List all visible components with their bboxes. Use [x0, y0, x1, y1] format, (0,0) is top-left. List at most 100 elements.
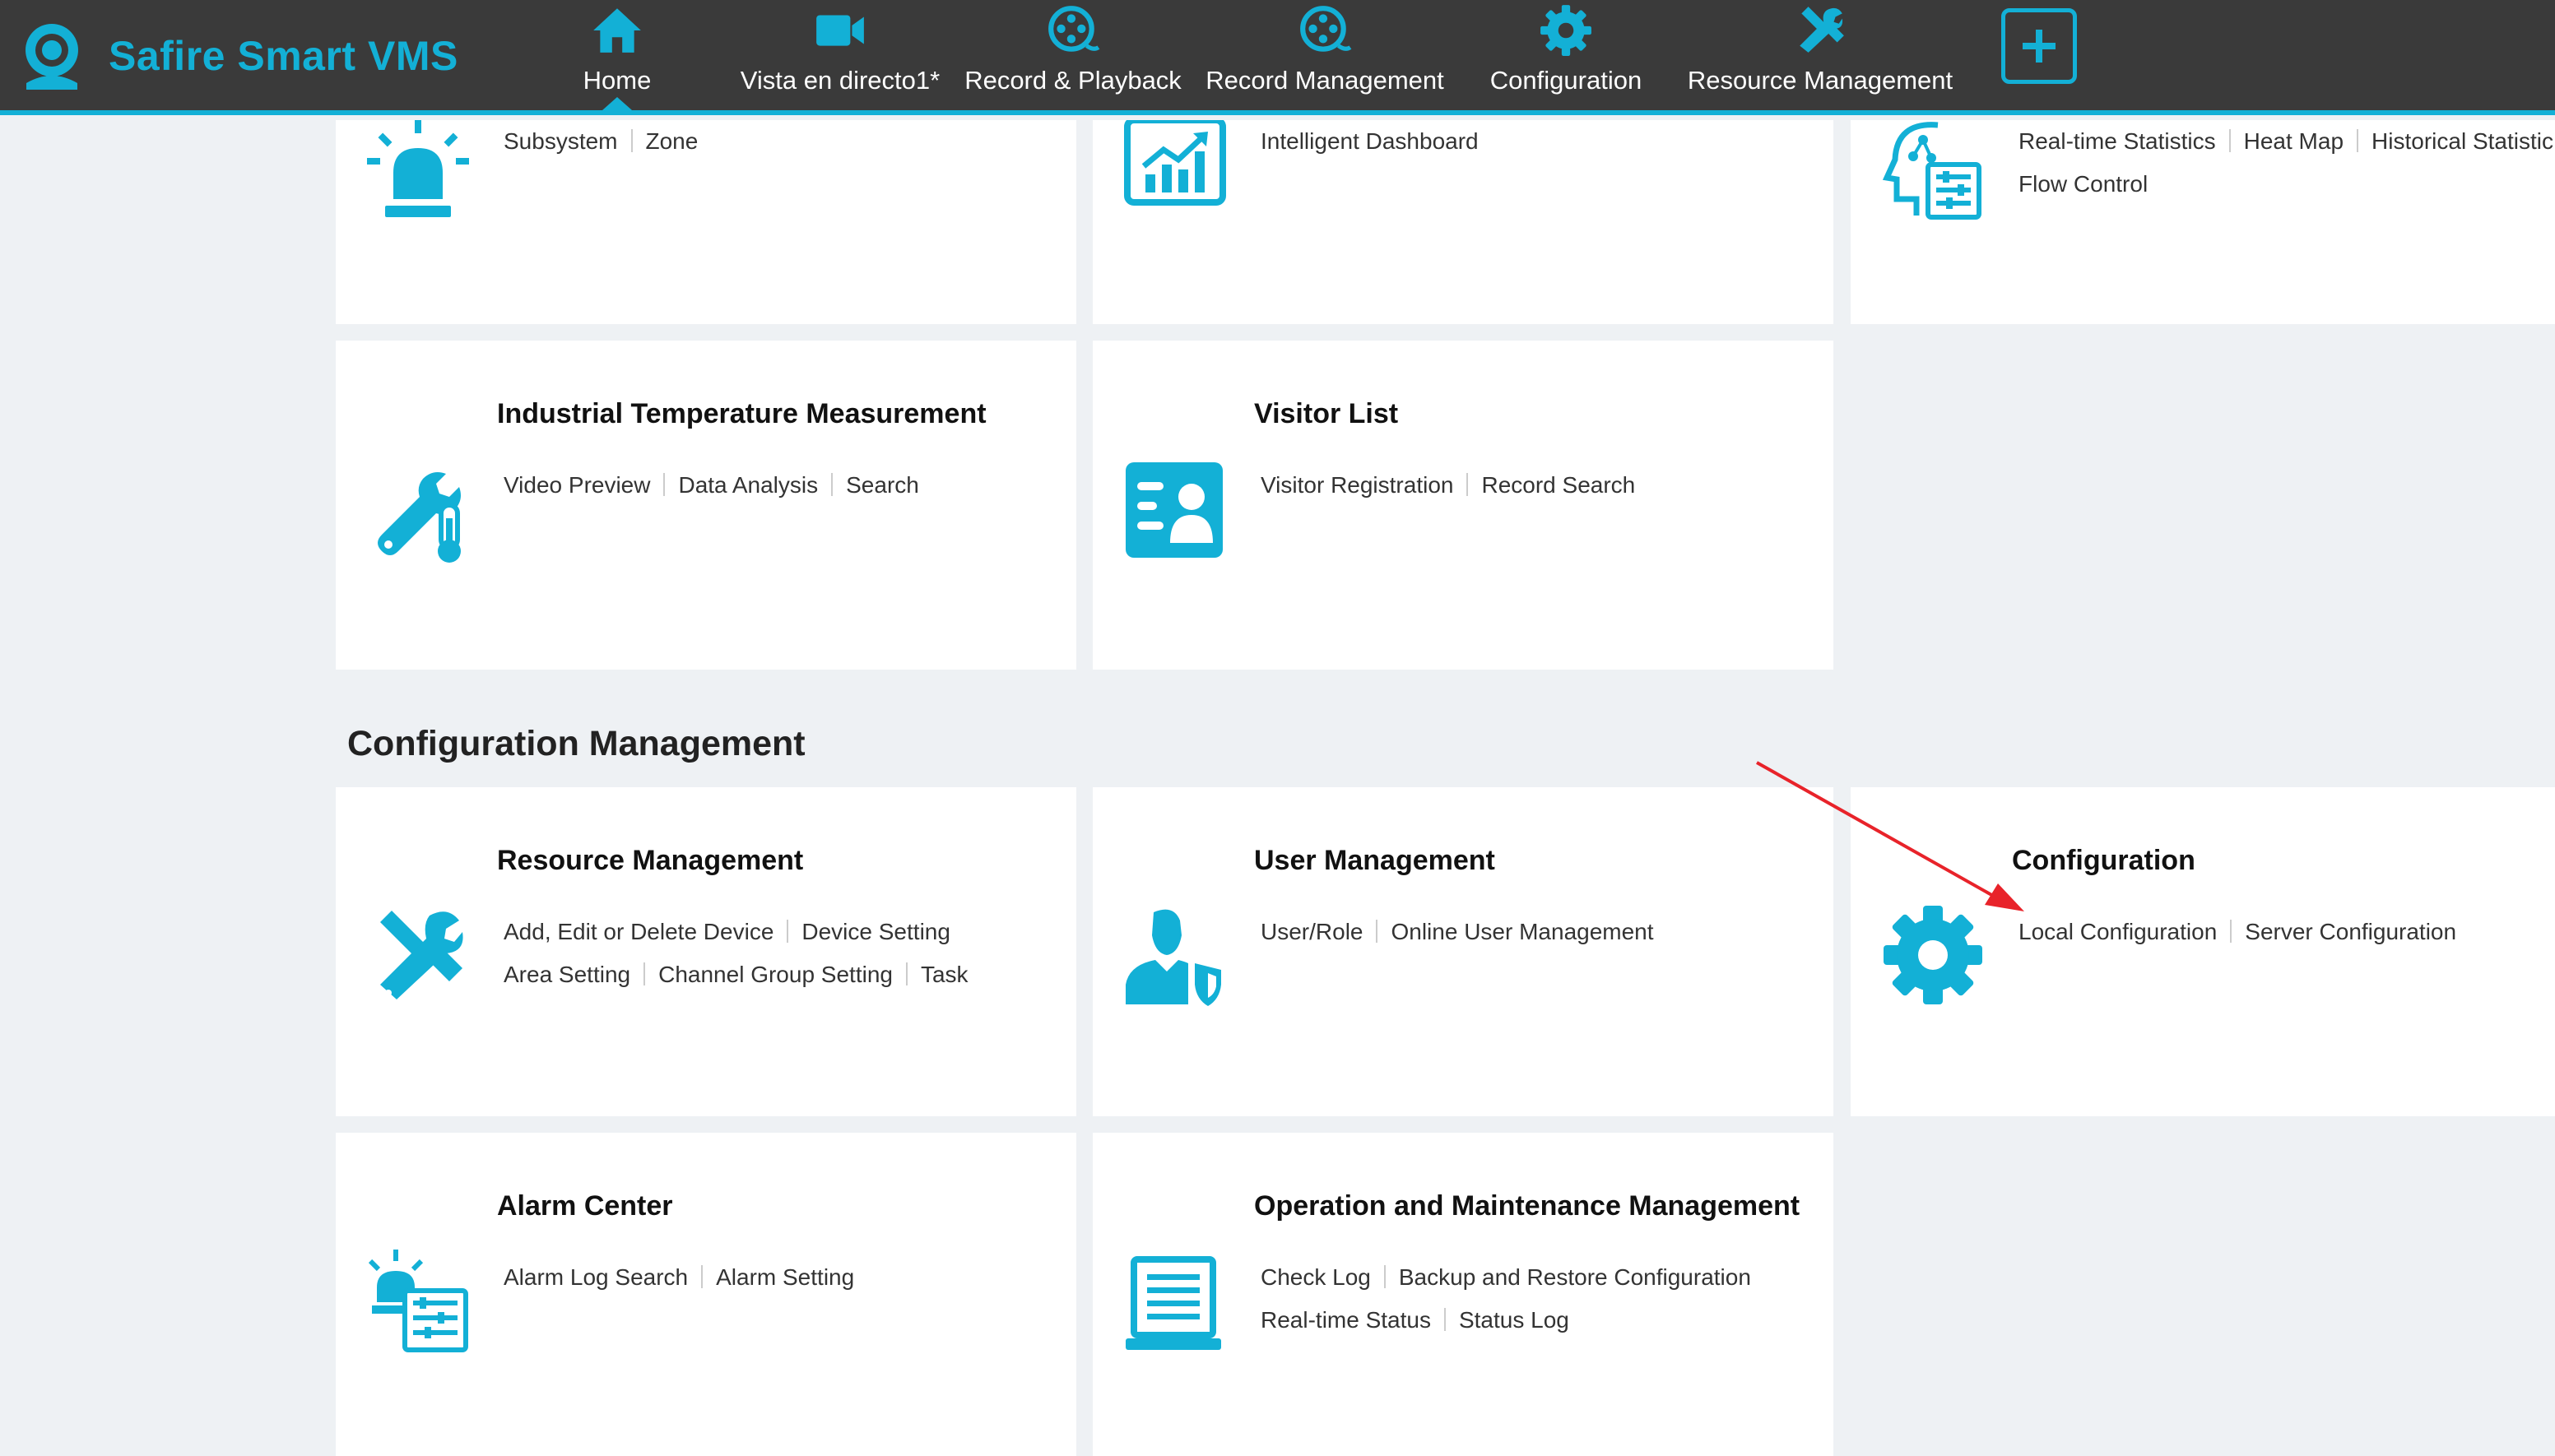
link-check-log[interactable]: Check Log: [1261, 1256, 1371, 1299]
separator: [1466, 473, 1469, 496]
head-analytics-icon: [1880, 120, 1986, 225]
separator: [2230, 920, 2232, 943]
card-links: Add, Edit or Delete Device Device Setting…: [504, 911, 969, 996]
active-tab-indicator: [602, 97, 632, 110]
card-user-management: User Management User/Role Online User Man…: [1093, 787, 1833, 1116]
card-links: Local Configuration Server Configuration: [2018, 911, 2456, 953]
brand: Safire Smart VMS: [15, 8, 458, 103]
link-alarm-setting[interactable]: Alarm Setting: [716, 1256, 854, 1299]
card-intelligent-dashboard: Intelligent Dashboard: [1093, 117, 1833, 324]
card-title[interactable]: Operation and Maintenance Management: [1254, 1190, 1800, 1222]
link-alarm-log-search[interactable]: Alarm Log Search: [504, 1256, 688, 1299]
link-subsystem[interactable]: Subsystem: [504, 120, 618, 163]
link-device-setting[interactable]: Device Setting: [801, 911, 950, 953]
link-search[interactable]: Search: [846, 464, 919, 507]
top-navigation-bar: Safire Smart VMS Home Vista en directo1*…: [0, 0, 2555, 115]
nav-tab-configuration[interactable]: Configuration: [1481, 0, 1651, 110]
card-links: Video Preview Data Analysis Search: [504, 464, 919, 507]
card-title[interactable]: Configuration: [2012, 845, 2195, 877]
link-user-role[interactable]: User/Role: [1261, 911, 1363, 953]
card-alarm-subsystem: Subsystem Zone: [336, 120, 1076, 324]
separator: [831, 473, 834, 496]
tools-icon: [365, 902, 471, 1008]
link-area-setting[interactable]: Area Setting: [504, 953, 630, 996]
nav-label: Record Management: [1205, 66, 1444, 95]
link-visitor-registration[interactable]: Visitor Registration: [1261, 464, 1453, 507]
visitor-card-icon: [1122, 457, 1228, 563]
card-industrial-temperature: Industrial Temperature Measurement Video…: [336, 341, 1076, 670]
separator: [643, 962, 646, 985]
card-links: Alarm Log Search Alarm Setting: [504, 1256, 854, 1299]
separator: [2357, 129, 2359, 152]
plus-icon: [2023, 30, 2056, 63]
link-real-time-status[interactable]: Real-time Status: [1261, 1299, 1431, 1342]
link-backup-restore-configuration[interactable]: Backup and Restore Configuration: [1399, 1256, 1751, 1299]
card-title[interactable]: Alarm Center: [497, 1190, 673, 1222]
separator: [1376, 920, 1378, 943]
card-links: User/Role Online User Management: [1261, 911, 1654, 953]
card-configuration: Configuration Local Configuration Server …: [1851, 787, 2555, 1116]
separator: [787, 920, 789, 943]
link-record-search[interactable]: Record Search: [1481, 464, 1635, 507]
card-alarm-center: Alarm Center Alarm Log Search Alarm Setti…: [336, 1133, 1076, 1456]
card-title[interactable]: Industrial Temperature Measurement: [497, 398, 987, 430]
card-title[interactable]: Resource Management: [497, 845, 803, 877]
link-server-configuration[interactable]: Server Configuration: [2245, 911, 2456, 953]
nav-tab-live-view[interactable]: Vista en directo1*: [732, 0, 948, 110]
home-icon: [593, 8, 641, 53]
link-zone[interactable]: Zone: [646, 120, 699, 163]
nav-tab-resource-management[interactable]: Resource Management: [1682, 0, 1958, 110]
card-links: Visitor Registration Record Search: [1261, 464, 1635, 507]
card-operation-maintenance: Operation and Maintenance Management Che…: [1093, 1133, 1833, 1456]
link-local-configuration[interactable]: Local Configuration: [2018, 911, 2217, 953]
section-title-configuration-management: Configuration Management: [347, 724, 806, 763]
user-shield-icon: [1122, 902, 1228, 1008]
card-visitor-list: Visitor List Visitor Registration Record …: [1093, 341, 1833, 670]
card-links: Intelligent Dashboard: [1261, 120, 1479, 163]
separator: [1443, 1308, 1446, 1331]
gear-icon: [1880, 902, 1986, 1008]
link-historical-statistic[interactable]: Historical Statistic: [2372, 120, 2553, 163]
nav-label: Resource Management: [1687, 66, 1953, 95]
card-title[interactable]: Visitor List: [1254, 398, 1398, 430]
nav-label: Home: [583, 66, 652, 95]
link-video-preview[interactable]: Video Preview: [504, 464, 650, 507]
film-reel-icon: [1048, 6, 1100, 52]
card-people-counting: Real-time Statistics Heat Map Historical S…: [1851, 120, 2555, 324]
link-status-log[interactable]: Status Log: [1459, 1299, 1569, 1342]
link-task[interactable]: Task: [921, 953, 969, 996]
link-data-analysis[interactable]: Data Analysis: [678, 464, 818, 507]
card-title[interactable]: User Management: [1254, 845, 1495, 877]
link-flow-control[interactable]: Flow Control: [2018, 163, 2148, 206]
nav-label: Record & Playback: [964, 66, 1182, 95]
link-real-time-statistics[interactable]: Real-time Statistics: [2018, 120, 2216, 163]
nav-label: Configuration: [1489, 66, 1642, 95]
video-camera-icon: [816, 15, 864, 46]
separator: [630, 129, 633, 152]
app-name: Safire Smart VMS: [109, 32, 458, 79]
gear-icon: [1540, 5, 1591, 56]
card-links: Subsystem Zone: [504, 120, 698, 163]
alarm-light-icon: [365, 120, 471, 225]
chart-icon: [1122, 117, 1228, 225]
separator: [1383, 1265, 1386, 1288]
link-channel-group-setting[interactable]: Channel Group Setting: [658, 953, 893, 996]
camera-logo-icon: [26, 23, 78, 90]
card-resource-management: Resource Management Add, Edit or Delete …: [336, 787, 1076, 1116]
add-tab-button[interactable]: [2001, 8, 2077, 84]
card-links: Check Log Backup and Restore Configuratio…: [1261, 1256, 1751, 1342]
film-reel-icon: [1300, 6, 1352, 52]
nav-tab-record-playback[interactable]: Record & Playback: [961, 0, 1185, 110]
wrench-thermometer-icon: [365, 464, 471, 569]
alarm-center-icon: [365, 1250, 471, 1355]
tools-icon: [1800, 7, 1844, 53]
link-online-user-management[interactable]: Online User Management: [1391, 911, 1653, 953]
link-heat-map[interactable]: Heat Map: [2244, 120, 2344, 163]
link-add-edit-delete-device[interactable]: Add, Edit or Delete Device: [504, 911, 773, 953]
link-intelligent-dashboard[interactable]: Intelligent Dashboard: [1261, 120, 1479, 163]
nav-tab-record-management[interactable]: Record Management: [1200, 0, 1450, 110]
nav-label: Vista en directo1*: [740, 66, 941, 95]
separator: [905, 962, 908, 985]
nav-tab-home[interactable]: Home: [568, 0, 667, 110]
monitor-document-icon: [1122, 1256, 1228, 1361]
